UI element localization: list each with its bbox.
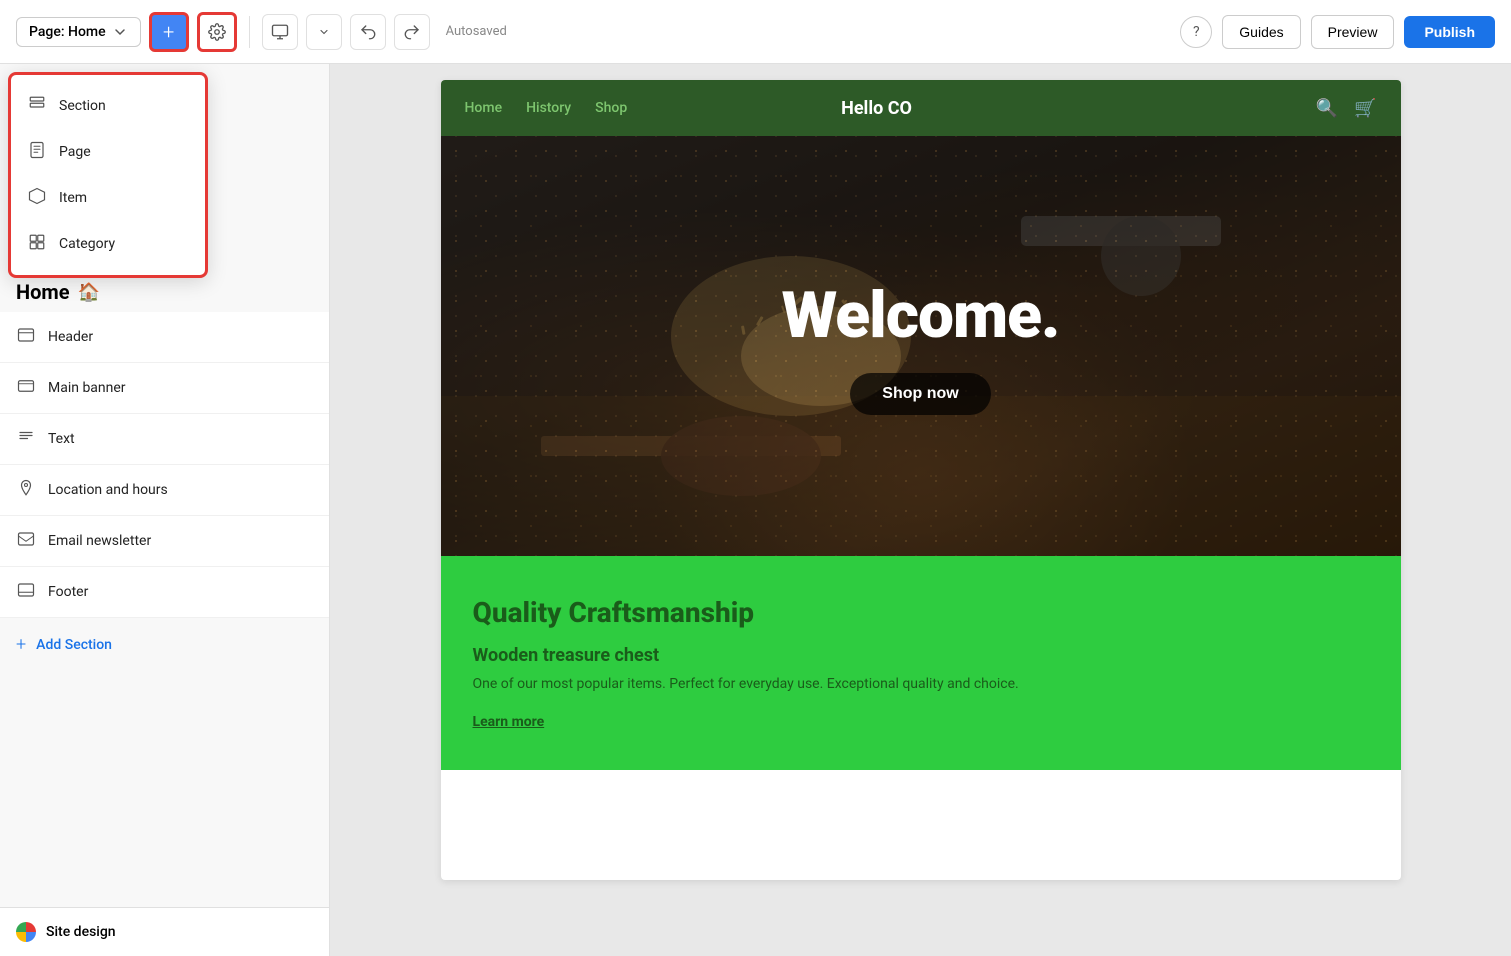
plus-section-icon: +	[16, 634, 26, 655]
separator	[249, 16, 250, 48]
gear-icon	[208, 23, 226, 41]
header-section-icon	[16, 326, 36, 348]
category-icon	[27, 233, 47, 255]
site-design-label: Site design	[46, 924, 116, 940]
sidebar-item-text[interactable]: Text	[0, 414, 329, 465]
green-section: Quality Craftsmanship Wooden treasure ch…	[441, 556, 1401, 770]
green-section-title: Quality Craftsmanship	[473, 596, 1369, 629]
home-icon: 🏠	[78, 282, 100, 303]
redo-icon	[403, 23, 421, 41]
topbar-left: Page: Home +	[16, 12, 507, 52]
page-selector-label: Page: Home	[29, 24, 106, 40]
site-design-icon	[16, 922, 36, 942]
sidebar-item-footer[interactable]: Footer	[0, 567, 329, 618]
hero-cta-button[interactable]: Shop now	[850, 373, 990, 415]
site-nav-icons: 🔍 🛒	[1316, 98, 1377, 119]
dropdown-item-page[interactable]: Page	[11, 129, 205, 175]
sidebar: Section Page Item	[0, 64, 330, 956]
sidebar-footer-label: Footer	[48, 584, 88, 600]
main-layout: Section Page Item	[0, 64, 1511, 956]
dropdown-item-item[interactable]: Item	[11, 175, 205, 221]
footer-icon	[16, 581, 36, 603]
sidebar-location-label: Location and hours	[48, 482, 168, 498]
preview-area: Home History Shop Hello CO 🔍 🛒	[330, 64, 1511, 956]
topbar: Page: Home +	[0, 0, 1511, 64]
plus-icon: +	[163, 20, 174, 44]
location-icon	[16, 479, 36, 501]
sidebar-item-main-banner[interactable]: Main banner	[0, 363, 329, 414]
dropdown-item-category[interactable]: Category	[11, 221, 205, 267]
sidebar-item-email[interactable]: Email newsletter	[0, 516, 329, 567]
add-dropdown-menu: Section Page Item	[8, 72, 208, 278]
chevron-down-icon	[112, 24, 128, 40]
learn-more-link[interactable]: Learn more	[473, 714, 545, 730]
sidebar-text-label: Text	[48, 431, 75, 447]
desktop-icon	[271, 23, 289, 41]
nav-link-history[interactable]: History	[526, 100, 571, 116]
add-button[interactable]: +	[149, 12, 189, 52]
sidebar-email-label: Email newsletter	[48, 533, 151, 549]
item-icon	[27, 187, 47, 209]
device-icon-btn[interactable]	[262, 14, 298, 50]
site-nav: Home History Shop Hello CO 🔍 🛒	[441, 80, 1401, 136]
home-title: Home	[16, 280, 70, 304]
publish-button[interactable]: Publish	[1404, 16, 1495, 48]
sidebar-item-location[interactable]: Location and hours	[0, 465, 329, 516]
product-description: One of our most popular items. Perfect f…	[473, 674, 1369, 695]
sidebar-banner-label: Main banner	[48, 380, 126, 396]
chevron-down-small-icon	[318, 26, 330, 38]
page-icon	[27, 141, 47, 163]
text-icon	[16, 428, 36, 450]
add-section-label: Add Section	[36, 637, 112, 653]
settings-button[interactable]	[197, 12, 237, 52]
help-button[interactable]: ?	[1180, 16, 1212, 48]
redo-button[interactable]	[394, 14, 430, 50]
preview-button[interactable]: Preview	[1311, 15, 1395, 49]
preview-frame: Home History Shop Hello CO 🔍 🛒	[441, 80, 1401, 880]
nav-link-home[interactable]: Home	[465, 100, 503, 116]
dropdown-section-label: Section	[59, 98, 106, 114]
banner-icon	[16, 377, 36, 399]
undo-button[interactable]	[350, 14, 386, 50]
dropdown-category-label: Category	[59, 236, 115, 252]
site-design-button[interactable]: Site design	[0, 907, 329, 956]
guides-button[interactable]: Guides	[1222, 15, 1300, 49]
undo-icon	[359, 23, 377, 41]
hero-section: Welcome. Shop now	[441, 136, 1401, 556]
hero-title: Welcome.	[782, 278, 1060, 353]
help-icon: ?	[1193, 24, 1200, 40]
hero-content: Welcome. Shop now	[441, 136, 1401, 556]
sidebar-item-header[interactable]: Header	[0, 312, 329, 363]
section-icon	[27, 95, 47, 117]
email-icon	[16, 530, 36, 552]
dropdown-item-label: Item	[59, 190, 87, 206]
autosaved-status: Autosaved	[446, 24, 507, 39]
topbar-right: ? Guides Preview Publish	[1180, 15, 1495, 49]
add-section-button[interactable]: + Add Section	[0, 618, 329, 671]
dropdown-page-label: Page	[59, 144, 91, 160]
product-name: Wooden treasure chest	[473, 645, 1369, 666]
nav-link-shop[interactable]: Shop	[595, 100, 627, 116]
site-nav-brand: Hello CO	[841, 98, 912, 119]
dropdown-arrow-btn[interactable]	[306, 14, 342, 50]
sidebar-header-label: Header	[48, 329, 93, 345]
search-nav-icon[interactable]: 🔍	[1316, 98, 1338, 119]
cart-nav-icon[interactable]: 🛒	[1354, 98, 1376, 119]
page-selector[interactable]: Page: Home	[16, 17, 141, 47]
dropdown-item-section[interactable]: Section	[11, 83, 205, 129]
